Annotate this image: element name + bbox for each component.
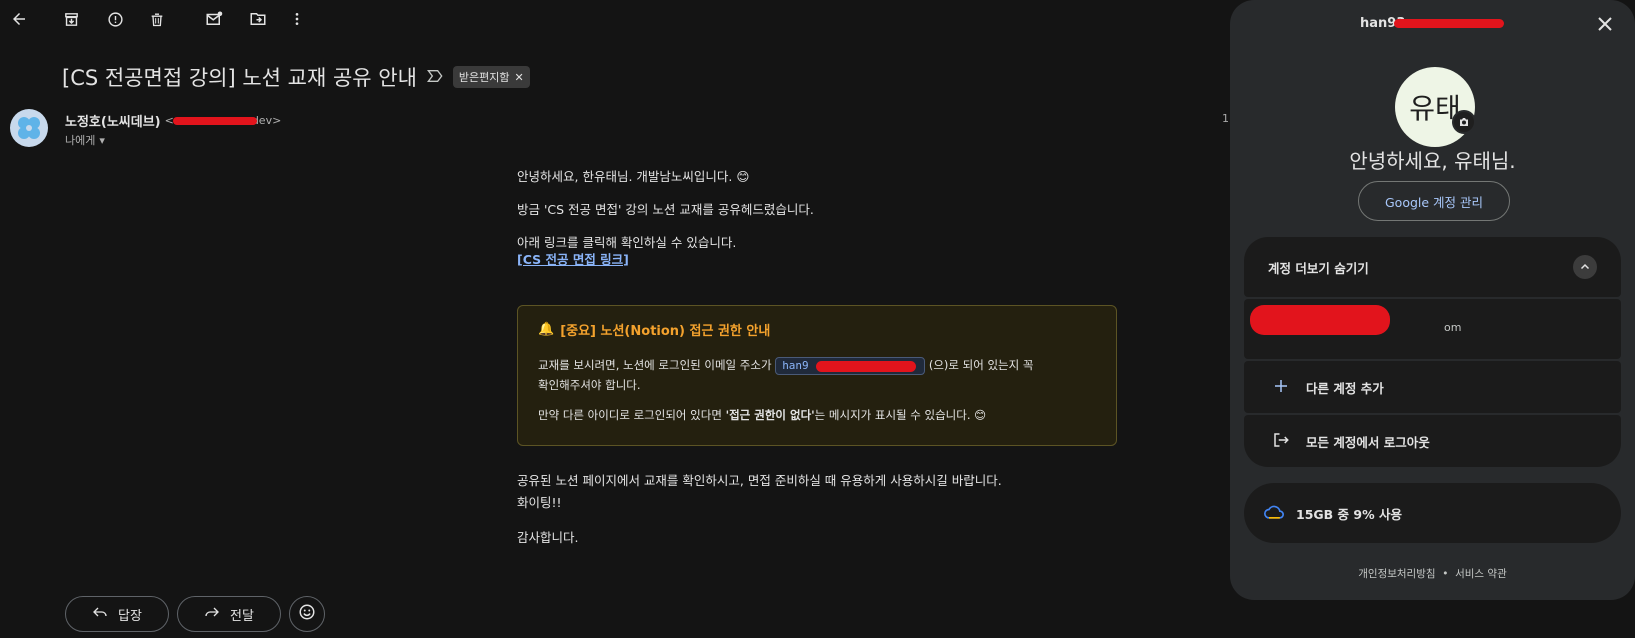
body-line-2: 아래 링크를 클릭해 확인하실 수 있습니다. (517, 235, 737, 250)
redaction-mark (1250, 305, 1390, 335)
profile-avatar[interactable]: 유태 (1395, 67, 1475, 147)
sender-email: < dev> (165, 114, 282, 127)
reply-actions: 답장 전달 (65, 596, 325, 632)
manage-account-button[interactable]: Google 계정 관리 (1358, 181, 1510, 221)
label-text: 받은편지함 (458, 71, 510, 84)
important-marker-icon[interactable] (426, 68, 443, 87)
notice-p1-a: 교재를 보시려면, 노션에 로그인된 이메일 주소가 (538, 358, 772, 372)
account-email-tail: om (1444, 321, 1462, 334)
panel-account-email: han93 (1360, 16, 1504, 31)
notice-email-chip: han9 (775, 356, 926, 375)
body-line-1: 방금 'CS 전공 면접' 강의 노션 교재를 공유헤드렸습니다. (517, 202, 814, 217)
close-icon[interactable] (1593, 12, 1617, 36)
report-spam-icon[interactable] (102, 6, 128, 32)
greeting-line: 안녕하세요, 한유태님. 개발남노씨입니다. 😊 (517, 169, 750, 184)
mark-unread-icon[interactable] (201, 6, 227, 32)
logout-label: 모든 계정에서 로그아웃 (1306, 434, 1430, 450)
reply-button[interactable]: 답장 (65, 596, 169, 632)
terms-link[interactable]: 서비스 약관 (1455, 568, 1507, 580)
recipient-line[interactable]: 나에게 ▾ (65, 132, 105, 148)
panel-footer: 개인정보처리방침 • 서비스 약관 (1230, 566, 1635, 581)
closing-text: 공유된 노션 페이지에서 교재를 확인하시고, 면접 준비하실 때 유용하게 사… (517, 470, 1167, 549)
reply-label: 답장 (118, 608, 142, 624)
account-panel: han93 유태 안녕하세요, 유태님. Google 계정 관리 계정 더보기… (1230, 0, 1635, 600)
archive-icon[interactable] (58, 6, 84, 32)
email-toolbar (0, 0, 1230, 38)
notice-p1-c: 확인해주셔야 합니다. (538, 378, 641, 392)
email-body: 안녕하세요, 한유태님. 개발남노씨입니다. 😊 방금 'CS 전공 면접' 강… (517, 168, 1117, 284)
add-account-button[interactable]: 다른 계정 추가 (1244, 361, 1621, 413)
after-line-1: 공유된 노션 페이지에서 교재를 확인하시고, 면접 준비하실 때 유용하게 사… (517, 473, 1002, 488)
inbox-label-chip[interactable]: 받은편지함 ✕ (452, 66, 530, 88)
redaction-mark (816, 360, 917, 372)
forward-label: 전달 (230, 608, 254, 624)
notice-paragraph-1: 교재를 보시려면, 노션에 로그인된 이메일 주소가 han9 (으)로 되어 … (538, 355, 1096, 395)
add-account-label: 다른 계정 추가 (1306, 380, 1384, 396)
more-accounts-toggle[interactable]: 계정 더보기 숨기기 (1244, 237, 1621, 297)
sender-avatar[interactable] (10, 109, 48, 147)
sender-name: 노정호(노씨데브) (65, 115, 161, 130)
notice-box: 🔔 [중요] 노션(Notion) 접근 권한 안내 교재를 보시려면, 노션에… (517, 305, 1117, 446)
cs-interview-link[interactable]: [CS 전공 면접 링크] (517, 252, 629, 267)
emoji-icon (298, 603, 316, 625)
notice-p2-b: 는 메시지가 표시될 수 있습니다. 😊 (814, 408, 987, 422)
privacy-link[interactable]: 개인정보처리방침 (1358, 568, 1435, 580)
storage-usage[interactable]: 15GB 중 9% 사용 (1244, 483, 1621, 543)
bell-icon: 🔔 (538, 322, 555, 337)
notice-paragraph-2: 만약 다른 아이디로 로그인되어 있다면 '접근 권한이 없다'는 메시지가 표… (538, 405, 1096, 425)
sender-line: 노정호(노씨데브) < dev> (65, 111, 281, 130)
redaction-mark (1394, 19, 1504, 28)
chevron-up-icon[interactable] (1573, 255, 1597, 279)
plus-icon (1272, 377, 1290, 398)
delete-icon[interactable] (144, 6, 170, 32)
notice-p2-bold: '접근 권한이 없다' (725, 408, 815, 422)
forward-button[interactable]: 전달 (177, 596, 281, 632)
logout-icon (1272, 431, 1290, 452)
panel-greeting: 안녕하세요, 유태님. (1349, 149, 1516, 173)
move-to-icon[interactable] (245, 6, 271, 32)
notice-title-text: [중요] 노션(Notion) 접근 권한 안내 (560, 324, 771, 339)
camera-icon[interactable] (1452, 110, 1476, 134)
cloud-icon (1264, 505, 1284, 522)
emoji-react-button[interactable] (289, 596, 325, 632)
remove-label-icon[interactable]: ✕ (515, 71, 524, 84)
redaction-mark (172, 117, 257, 125)
notice-p1-b: (으)로 되어 있는지 꼭 (928, 358, 1034, 372)
subject-row: [CS 전공면접 강의] 노션 교재 공유 안내 받은편지함 ✕ (62, 62, 530, 92)
email-time: 1 (1222, 112, 1229, 125)
dropdown-arrow-icon[interactable]: ▾ (99, 134, 105, 147)
notice-email: han9 (782, 358, 809, 372)
logout-all-button[interactable]: 모든 계정에서 로그아웃 (1244, 415, 1621, 467)
after-line-2: 화이팅!! (517, 495, 562, 510)
thanks-line: 감사합니다. (517, 530, 579, 545)
reply-icon (92, 605, 108, 623)
more-vert-icon[interactable] (284, 6, 310, 32)
storage-label: 15GB 중 9% 사용 (1296, 506, 1402, 522)
back-arrow-icon[interactable] (6, 6, 32, 32)
more-accounts-label: 계정 더보기 숨기기 (1268, 260, 1369, 276)
footer-separator: • (1442, 568, 1449, 580)
notice-title: 🔔 [중요] 노션(Notion) 접근 권한 안내 (538, 320, 1096, 339)
email-subject: [CS 전공면접 강의] 노션 교재 공유 안내 (62, 66, 417, 90)
other-account-item[interactable]: om (1244, 299, 1621, 359)
notice-p2-a: 만약 다른 아이디로 로그인되어 있다면 (538, 408, 722, 422)
forward-icon (204, 605, 220, 623)
recipient-text: 나에게 (65, 134, 96, 147)
